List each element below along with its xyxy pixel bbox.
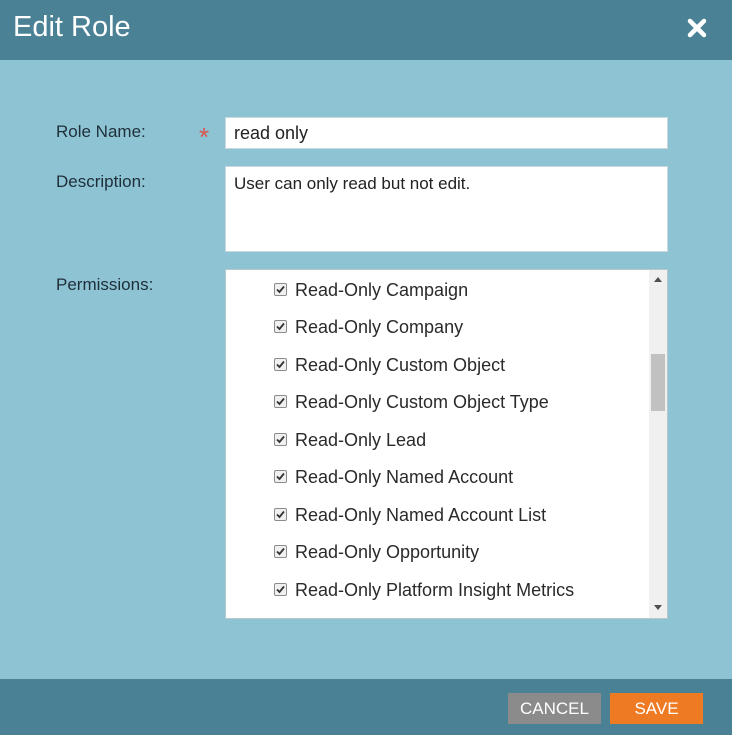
checkmark-icon (276, 285, 285, 294)
description-textarea[interactable]: User can only read but not edit. (225, 166, 668, 252)
permission-label: Read-Only Campaign (295, 280, 469, 300)
cancel-button[interactable]: CANCEL (508, 693, 601, 724)
permissions-list[interactable]: Read-Only Campaign Read-Only Company Rea… (225, 269, 668, 619)
checkmark-icon (276, 435, 285, 444)
description-label: Description: (56, 172, 146, 191)
role-name-input[interactable] (225, 117, 668, 149)
save-button[interactable]: SAVE (610, 693, 703, 724)
checkmark-icon (276, 472, 285, 481)
permission-label: Read-Only Custom Object Type (295, 392, 549, 412)
role-name-label: Role Name: (56, 122, 146, 141)
scroll-up-button[interactable] (649, 271, 667, 289)
permission-label: Read-Only Platform Insight Metrics (295, 580, 575, 600)
close-button[interactable] (684, 14, 710, 42)
checkmark-icon (276, 547, 285, 556)
checkmark-icon (276, 397, 285, 406)
permission-checkbox[interactable] (274, 545, 287, 558)
scroll-down-button[interactable] (649, 599, 667, 617)
arrow-up-icon (654, 277, 662, 282)
dialog-title: Edit Role (13, 11, 131, 43)
required-marker: * (199, 122, 210, 152)
permission-checkbox[interactable] (274, 433, 287, 446)
permission-checkbox[interactable] (274, 395, 287, 408)
dialog-footer: CANCEL SAVE (0, 679, 732, 735)
permission-label: Read-Only Opportunity (295, 542, 480, 562)
permission-checkbox[interactable] (274, 470, 287, 483)
permissions-label: Permissions: (56, 275, 154, 294)
permission-checkbox[interactable] (274, 583, 287, 596)
dialog-header: Edit Role (0, 0, 732, 60)
checkmark-icon (276, 360, 285, 369)
scrollbar-thumb[interactable] (651, 354, 665, 411)
arrow-down-icon (654, 605, 662, 610)
close-icon (684, 14, 710, 42)
permission-label: Read-Only Named Account (295, 467, 514, 487)
checkmark-icon (276, 585, 285, 594)
permission-checkbox[interactable] (274, 283, 287, 296)
permission-label: Read-Only Custom Object (295, 355, 506, 375)
permission-checkbox[interactable] (274, 358, 287, 371)
permission-checkbox[interactable] (274, 508, 287, 521)
permission-label: Read-Only Company (295, 317, 464, 337)
permission-label: Read-Only Lead (295, 430, 427, 450)
permission-label: Read-Only Named Account List (295, 505, 547, 525)
checkmark-icon (276, 510, 285, 519)
checkmark-icon (276, 322, 285, 331)
permission-checkbox[interactable] (274, 320, 287, 333)
permissions-scrollbar[interactable] (649, 270, 667, 618)
